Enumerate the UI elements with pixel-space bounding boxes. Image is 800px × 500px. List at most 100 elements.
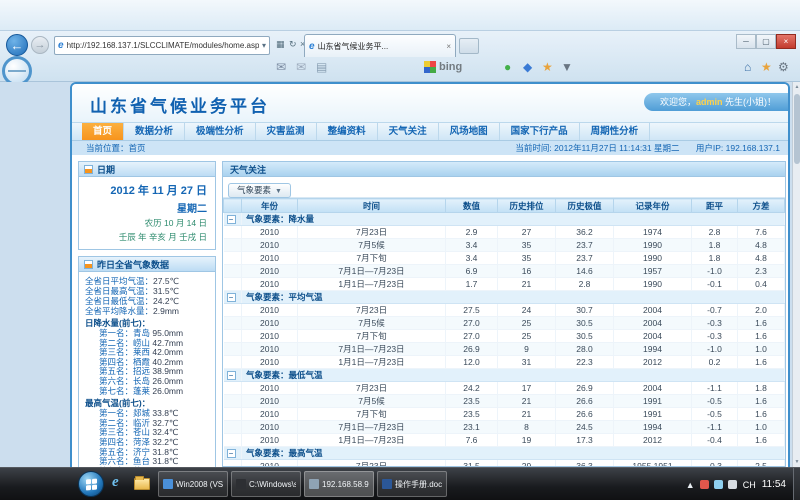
nav-item-2[interactable]: 数据分析 (124, 123, 185, 140)
group-row-4[interactable]: −气象要素：最高气温 (224, 447, 785, 460)
rank-value: 26.0mm (152, 386, 183, 396)
messenger-icon[interactable]: ● (504, 60, 511, 74)
cell-7: 1.8 (692, 239, 738, 252)
star-icon[interactable]: ★ (761, 60, 772, 74)
collapse-icon[interactable]: − (227, 215, 236, 224)
tab-close-icon[interactable]: × (446, 42, 451, 51)
table-row[interactable]: 20107月1日—7月23日23.1824.51994-1.11.0 (224, 421, 785, 434)
table-row[interactable]: 20107月下旬23.52126.61991-0.51.6 (224, 408, 785, 421)
bing-logo[interactable]: bing (424, 61, 462, 73)
collapse-icon[interactable]: − (227, 293, 236, 302)
rank-sections: 日降水量(前七)：第一名：青岛 95.0mm第二名：崂山 42.7mm第三名：莱… (85, 318, 212, 467)
refresh-icon[interactable]: ↻ (289, 39, 297, 50)
shield-icon[interactable]: ◆ (523, 60, 532, 74)
group-row-1[interactable]: −气象要素：降水量 (224, 213, 785, 226)
table-row[interactable]: 20107月下旬3.43523.719901.84.8 (224, 252, 785, 265)
start-button[interactable] (78, 471, 104, 497)
maximize-button[interactable]: ▢ (756, 34, 776, 49)
close-button[interactable]: × (776, 34, 796, 49)
rank-value: 42.7mm (152, 338, 183, 348)
cell-7: -0.3 (692, 330, 738, 343)
table-row[interactable]: 20107月1日—7月23日6.91614.61957-1.02.3 (224, 265, 785, 278)
table-row[interactable]: 20107月5候27.02530.52004-0.31.6 (224, 317, 785, 330)
download-icon[interactable]: ▼ (561, 60, 573, 74)
tray-expand-icon[interactable]: ▲ (686, 480, 695, 490)
tray-volume-icon[interactable] (728, 480, 737, 489)
minimize-button[interactable]: ─ (736, 34, 756, 49)
taskbar-button-icon (309, 479, 319, 489)
table-row[interactable]: 20101月1日—7月23日1.7212.81990-0.10.4 (224, 278, 785, 291)
nav-item-9[interactable]: 周期性分析 (580, 123, 651, 140)
taskbar-button-4[interactable]: 操作手册.docx -... (377, 471, 447, 497)
cell-4: 25 (498, 317, 556, 330)
gear-icon[interactable]: ⚙ (778, 60, 789, 74)
tray-network-icon[interactable] (714, 480, 723, 489)
rank-value: 95.0mm (152, 328, 183, 338)
vertical-scrollbar[interactable]: ▲ ▼ (792, 82, 800, 467)
tray-update-icon[interactable] (700, 480, 709, 489)
nav-item-1[interactable]: 首页 (82, 123, 124, 140)
cell-6: 2004 (614, 330, 692, 343)
cell-7: 2.8 (692, 226, 738, 239)
element-filter-button[interactable]: 气象要素▼ (228, 183, 291, 198)
table-row[interactable]: 20107月23日2.92736.219742.87.6 (224, 226, 785, 239)
nav-item-8[interactable]: 国家下行产品 (500, 123, 580, 140)
ie-quicklaunch-icon[interactable]: e (112, 474, 119, 491)
row-expand-cell (224, 421, 242, 434)
table-row[interactable]: 20107月23日27.52430.72004-0.72.0 (224, 304, 785, 317)
cell-1: 2010 (242, 239, 298, 252)
cell-8: 4.8 (738, 239, 785, 252)
taskbar-button-1[interactable]: Win2008 (VS2... (158, 471, 228, 497)
scroll-down-icon[interactable]: ▼ (793, 459, 800, 465)
browser-back-button[interactable]: ← (6, 34, 28, 56)
rank-value: 32.4℃ (152, 427, 178, 437)
nav-item-4[interactable]: 灾害监测 (256, 123, 317, 140)
explorer-quicklaunch-icon[interactable] (134, 478, 150, 490)
nav-item-6[interactable]: 天气关注 (378, 123, 439, 140)
table-row[interactable]: 20107月5候3.43523.719901.84.8 (224, 239, 785, 252)
cell-8: 2.0 (738, 304, 785, 317)
browser-forward-button[interactable]: → (31, 36, 49, 54)
table-row[interactable]: 20107月23日24.21726.92004-1.11.8 (224, 382, 785, 395)
cell-2: 7月5候 (298, 317, 446, 330)
address-bar[interactable]: e http://192.168.137.1/SLCCLIMATE/module… (54, 36, 270, 55)
filter-button-label: 气象要素 (237, 185, 271, 195)
compatibility-icon[interactable]: ▦ (276, 39, 285, 50)
mail-icon[interactable]: ✉ (276, 60, 286, 74)
cell-4: 31 (498, 356, 556, 369)
cell-4: 9 (498, 343, 556, 356)
table-row[interactable]: 20107月1日—7月23日26.9928.01994-1.01.0 (224, 343, 785, 356)
new-tab-button[interactable] (459, 38, 479, 54)
table-row[interactable]: 20101月1日—7月23日12.03122.320120.21.6 (224, 356, 785, 369)
scroll-up-icon[interactable]: ▲ (793, 84, 800, 90)
cell-4: 21 (498, 395, 556, 408)
collapse-icon[interactable]: − (227, 371, 236, 380)
page-icon[interactable]: ▤ (316, 60, 327, 74)
tray-clock[interactable]: 11:54 (762, 479, 786, 490)
browser-tab[interactable]: e 山东省气候业务平... × (304, 34, 456, 57)
table-row[interactable]: 20101月1日—7月23日7.61917.32012-0.41.6 (224, 434, 785, 447)
cell-1: 2010 (242, 252, 298, 265)
language-indicator[interactable]: CH (743, 480, 756, 490)
group-row-3[interactable]: −气象要素：最低气温 (224, 369, 785, 382)
home-icon[interactable]: ⌂ (744, 60, 751, 74)
table-row[interactable]: 20107月5候23.52126.61991-0.51.6 (224, 395, 785, 408)
row-expand-cell (224, 304, 242, 317)
send-mail-icon[interactable]: ✉ (296, 60, 306, 74)
address-dropdown-icon[interactable]: ▾ (262, 41, 266, 50)
scrollbar-thumb[interactable] (794, 94, 800, 164)
collapse-icon[interactable]: − (227, 449, 236, 458)
cell-8: 4.8 (738, 252, 785, 265)
cell-3: 26.9 (446, 343, 498, 356)
favorites-badge-icon[interactable]: ★ (542, 60, 553, 74)
taskbar-button-3[interactable]: 192.168.58.99... (304, 471, 374, 497)
table-row[interactable]: 20107月下旬27.02530.52004-0.31.6 (224, 330, 785, 343)
group-row-2[interactable]: −气象要素：平均气温 (224, 291, 785, 304)
taskbar-button-2[interactable]: C:\Windows\s... (231, 471, 301, 497)
nav-item-3[interactable]: 极端性分析 (185, 123, 256, 140)
nav-item-7[interactable]: 风场地图 (439, 123, 500, 140)
table-row[interactable]: 20107月23日31.52936.31955,1951-0.32.5 (224, 460, 785, 468)
nav-item-5[interactable]: 整编资料 (317, 123, 378, 140)
show-desktop-button[interactable] (793, 468, 800, 500)
rank-value: 33.8℃ (152, 408, 178, 418)
